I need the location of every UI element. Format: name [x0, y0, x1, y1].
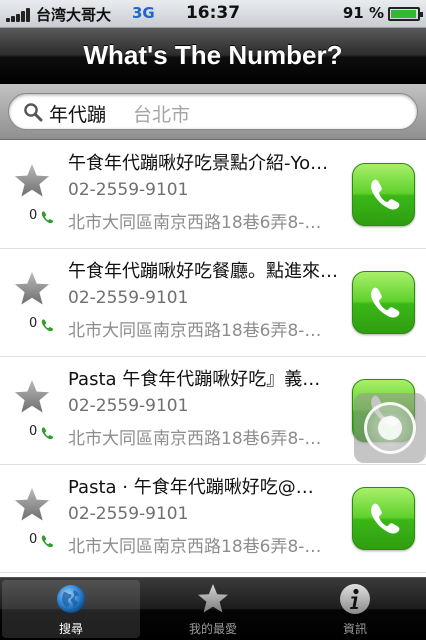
call-count: 0: [29, 208, 38, 223]
call-button[interactable]: [352, 487, 415, 550]
touch-indicator: [354, 393, 426, 463]
search-bar: 年代蹦 台北市: [0, 84, 426, 140]
battery-icon: [388, 7, 423, 21]
app-title: What's The Number?: [83, 40, 343, 70]
result-phone: 02-2559-9101: [68, 504, 189, 524]
call-count-phone-icon: [40, 533, 54, 548]
battery-level: [391, 10, 417, 18]
tab-search[interactable]: 搜尋: [2, 580, 140, 638]
result-row[interactable]: 0 Pasta · 午食年代蹦啾好吃@… 02-2559-9101 北市大同區南京西…: [0, 465, 426, 573]
favorite-star-icon[interactable]: [14, 487, 50, 523]
touch-point: [378, 416, 402, 440]
call-count: 0: [29, 424, 38, 439]
globe-icon: [57, 585, 85, 613]
call-count: 0: [29, 532, 38, 547]
favorite-star-icon[interactable]: [14, 163, 50, 199]
call-count: 0: [29, 316, 38, 331]
navigation-bar: What's The Number?: [0, 28, 426, 84]
result-address: 北市大同區南京西路18巷6弄8-…: [68, 429, 322, 449]
result-title: Pasta · 午食年代蹦啾好吃@…: [68, 477, 314, 498]
result-title: Pasta 午食年代蹦啾好吃』義…: [68, 369, 321, 390]
results-list[interactable]: 0 午食年代蹦啾好吃景點介紹-Yo… 02-2559-9101 北市大同區南京西路18…: [0, 141, 426, 577]
search-query: 年代蹦: [49, 104, 107, 126]
result-title: 午食年代蹦啾好吃景點介紹-Yo…: [68, 153, 329, 174]
call-count-phone-icon: [40, 317, 54, 332]
result-phone: 02-2559-9101: [68, 288, 189, 308]
result-phone: 02-2559-9101: [68, 180, 189, 200]
search-location-hint: 台北市: [133, 104, 191, 126]
result-address: 北市大同區南京西路18巷6弄8-…: [68, 537, 322, 557]
tab-info-label: 資訊: [342, 622, 367, 636]
star-icon: [198, 584, 228, 613]
result-address: 北市大同區南京西路18巷6弄8-…: [68, 213, 322, 233]
tab-favorites[interactable]: 我的最愛: [144, 580, 282, 638]
call-button[interactable]: [352, 163, 415, 226]
result-row[interactable]: 0 午食年代蹦啾好吃景點介紹-Yo… 02-2559-9101 北市大同區南京西路18…: [0, 141, 426, 249]
search-icon: [24, 103, 43, 122]
tab-favorites-label: 我的最愛: [188, 622, 237, 636]
result-row[interactable]: 0 午食年代蹦啾好吃餐廳。點進來… 02-2559-9101 北市大同區南京西路18巷…: [0, 249, 426, 357]
result-title: 午食年代蹦啾好吃餐廳。點進來…: [68, 261, 338, 282]
call-count-phone-icon: [40, 425, 54, 440]
result-phone: 02-2559-9101: [68, 396, 189, 416]
info-icon: [340, 584, 370, 614]
tab-search-label: 搜尋: [58, 622, 83, 636]
tab-info[interactable]: 資訊: [286, 580, 424, 638]
tab-bar: 搜尋 我的最愛 資訊: [0, 577, 426, 640]
status-bar: 台湾大哥大 3G 16:37 91 %: [0, 0, 426, 28]
favorite-star-icon[interactable]: [14, 271, 50, 307]
call-count-phone-icon: [40, 209, 54, 224]
search-input[interactable]: 年代蹦 台北市: [8, 93, 418, 130]
battery-percent: 91 %: [342, 4, 384, 22]
favorite-star-icon[interactable]: [14, 379, 50, 415]
result-address: 北市大同區南京西路18巷6弄8-…: [68, 321, 322, 341]
call-button[interactable]: [352, 271, 415, 334]
touch-ring: [364, 402, 416, 454]
